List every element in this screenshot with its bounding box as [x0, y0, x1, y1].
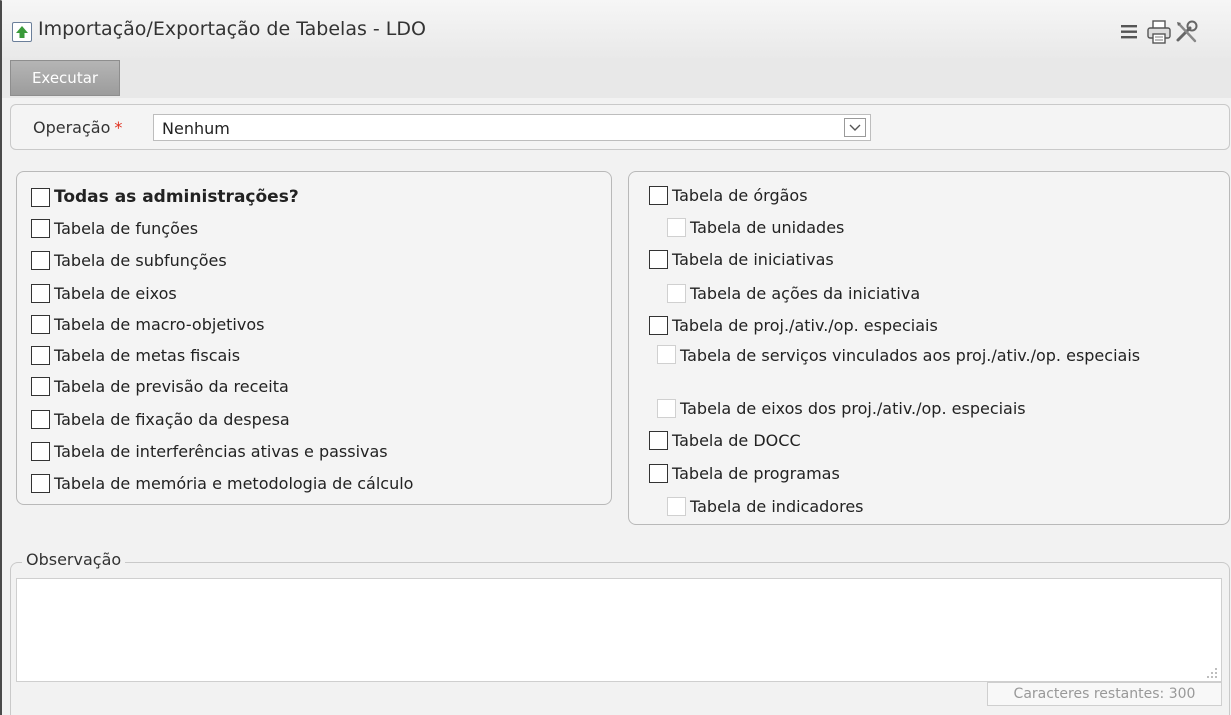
- checkbox-units[interactable]: Tabela de unidades: [667, 218, 844, 237]
- operation-select[interactable]: Nenhum: [153, 114, 871, 141]
- title-bar: Importação/Exportação de Tabelas - LDO: [2, 0, 1231, 58]
- checkbox-label: Tabela de eixos: [54, 284, 177, 303]
- checkbox-programs[interactable]: Tabela de programas: [649, 464, 840, 483]
- checkbox-label: Tabela de unidades: [690, 218, 845, 237]
- operation-panel: Operação * Nenhum: [10, 104, 1230, 150]
- toolbar: Executar: [2, 58, 1231, 98]
- checkbox-label: Todas as administrações?: [54, 187, 299, 207]
- checkbox-fiscal-goals[interactable]: Tabela de metas fiscais: [31, 346, 240, 365]
- remaining-characters-counter: Caracteres restantes: 300: [987, 682, 1222, 706]
- checkbox-box[interactable]: [31, 315, 50, 334]
- checkbox-interferences[interactable]: Tabela de interferências ativas e passiv…: [31, 442, 388, 461]
- operation-select-value: Nenhum: [162, 119, 230, 138]
- operation-label-text: Operação: [33, 118, 111, 137]
- checkbox-label: Tabela de programas: [672, 464, 840, 483]
- checkbox-functions[interactable]: Tabela de funções: [31, 219, 198, 238]
- checkbox-label: Tabela de fixação da despesa: [54, 410, 290, 429]
- checkbox-box[interactable]: [31, 284, 50, 303]
- checkbox-box[interactable]: [667, 284, 686, 303]
- checkbox-axes[interactable]: Tabela de eixos: [31, 284, 177, 303]
- observation-textarea[interactable]: [16, 578, 1222, 682]
- checkbox-label: Tabela de interferências ativas e passiv…: [54, 442, 388, 461]
- up-arrow-icon: [12, 22, 32, 42]
- checkbox-initiatives[interactable]: Tabela de iniciativas: [649, 250, 834, 269]
- checkbox-box[interactable]: [31, 442, 50, 461]
- checkbox-box[interactable]: [657, 399, 676, 418]
- observation-label: Observação: [22, 550, 126, 569]
- checkbox-box[interactable]: [31, 410, 50, 429]
- checkbox-box[interactable]: [31, 474, 50, 493]
- checkbox-macro-objectives[interactable]: Tabela de macro-objetivos: [31, 315, 264, 334]
- checkbox-box[interactable]: [31, 251, 50, 270]
- print-icon[interactable]: [1145, 18, 1173, 46]
- checkbox-box[interactable]: [649, 431, 668, 450]
- checkbox-label: Tabela de órgãos: [672, 186, 808, 205]
- checkbox-box[interactable]: [657, 345, 676, 364]
- checkbox-box[interactable]: [649, 464, 668, 483]
- checkbox-box[interactable]: [649, 250, 668, 269]
- checkbox-label: Tabela de indicadores: [690, 497, 864, 516]
- checkbox-organs[interactable]: Tabela de órgãos: [649, 186, 808, 205]
- checkbox-label: Tabela de funções: [54, 219, 199, 238]
- menu-icon[interactable]: [1117, 18, 1145, 46]
- checkbox-subfunctions[interactable]: Tabela de subfunções: [31, 251, 227, 270]
- checkbox-label: Tabela de metas fiscais: [54, 346, 241, 365]
- checkbox-initiative-actions[interactable]: Tabela de ações da iniciativa: [667, 284, 920, 303]
- checkbox-label: Tabela de iniciativas: [672, 250, 834, 269]
- chevron-down-icon[interactable]: [844, 118, 866, 137]
- checkbox-label: Tabela de DOCC: [672, 431, 801, 450]
- checkbox-calculation-memory[interactable]: Tabela de memória e metodologia de cálcu…: [31, 474, 413, 493]
- checkbox-projects-activities[interactable]: Tabela de proj./ativ./op. especiais: [649, 316, 938, 335]
- checkbox-label: Tabela de subfunções: [54, 251, 227, 270]
- checkbox-expense-fixing[interactable]: Tabela de fixação da despesa: [31, 410, 290, 429]
- resize-grip-icon[interactable]: [1205, 665, 1219, 679]
- checkbox-box[interactable]: [31, 346, 50, 365]
- operation-label: Operação *: [33, 118, 122, 137]
- tools-icon[interactable]: [1173, 18, 1201, 46]
- checkbox-label: Tabela de eixos dos proj./ativ./op. espe…: [680, 399, 1026, 418]
- checkbox-indicators[interactable]: Tabela de indicadores: [667, 497, 864, 516]
- checkbox-label: Tabela de memória e metodologia de cálcu…: [54, 474, 414, 493]
- checkbox-project-axes[interactable]: Tabela de eixos dos proj./ativ./op. espe…: [657, 399, 1026, 418]
- checkbox-box[interactable]: [667, 218, 686, 237]
- checkbox-label: Tabela de macro-objetivos: [54, 315, 265, 334]
- window-title: Importação/Exportação de Tabelas - LDO: [38, 18, 426, 40]
- execute-button[interactable]: Executar: [10, 60, 120, 96]
- checkbox-linked-services[interactable]: Tabela de serviços vinculados aos proj./…: [649, 344, 1189, 367]
- required-marker: *: [114, 118, 123, 137]
- checkbox-label: Tabela de previsão da receita: [54, 377, 289, 396]
- checkbox-docc[interactable]: Tabela de DOCC: [649, 431, 801, 450]
- checkbox-label: Tabela de proj./ativ./op. especiais: [672, 316, 938, 335]
- checkbox-box[interactable]: [649, 316, 668, 335]
- checkbox-all-administrations[interactable]: Todas as administrações?: [31, 187, 299, 207]
- checkbox-box[interactable]: [649, 186, 668, 205]
- checkbox-box[interactable]: [31, 187, 50, 207]
- checkbox-revenue-forecast[interactable]: Tabela de previsão da receita: [31, 377, 289, 396]
- checkbox-label: Tabela de serviços vinculados aos proj./…: [680, 346, 1141, 365]
- checkbox-box[interactable]: [667, 497, 686, 516]
- checkbox-label: Tabela de ações da iniciativa: [690, 284, 921, 303]
- checkbox-box[interactable]: [31, 219, 50, 238]
- checkbox-box[interactable]: [31, 377, 50, 396]
